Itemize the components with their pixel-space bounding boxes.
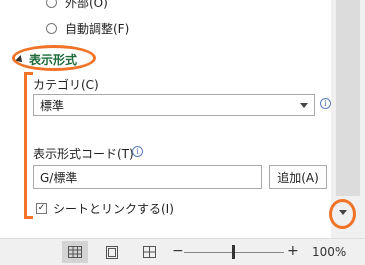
- zoom-slider-thumb[interactable]: [232, 245, 235, 259]
- category-select[interactable]: 標準: [33, 94, 315, 116]
- page-break-preview-button[interactable]: [136, 241, 162, 263]
- category-label: カテゴリ(C): [33, 78, 99, 92]
- radio-button[interactable]: [46, 23, 57, 34]
- format-code-input[interactable]: G/標準: [33, 165, 262, 189]
- normal-view-button[interactable]: [62, 241, 88, 263]
- info-icon[interactable]: i: [320, 98, 331, 109]
- highlight-oval-scroll: [329, 199, 356, 229]
- check-icon: ✓: [37, 203, 46, 213]
- chevron-down-icon: [300, 103, 308, 108]
- radio-button[interactable]: [46, 0, 57, 8]
- radio-outside[interactable]: 外部(O): [46, 0, 108, 11]
- format-code-value: G/標準: [40, 170, 78, 185]
- add-button-label: 追加(A): [277, 170, 319, 185]
- page-layout-icon: [106, 245, 118, 259]
- highlight-bracket: [24, 72, 33, 219]
- zoom-in-button[interactable]: +: [287, 243, 299, 259]
- page-break-icon: [142, 246, 156, 258]
- radio-auto-adjust-label: 自動調整(F): [65, 22, 130, 36]
- highlight-oval-heading: [12, 45, 96, 71]
- zoom-level[interactable]: 100%: [312, 245, 346, 259]
- info-icon[interactable]: i: [132, 146, 143, 157]
- format-code-label: 表示形式コード(T): [33, 147, 134, 161]
- scrollbar-thumb[interactable]: [336, 0, 360, 196]
- radio-auto-adjust[interactable]: 自動調整(F): [46, 20, 129, 37]
- category-value: 標準: [40, 98, 65, 113]
- link-to-sheet-label: シートとリンクする(I): [53, 202, 174, 216]
- page-layout-view-button[interactable]: [99, 241, 125, 263]
- link-to-sheet-checkbox[interactable]: ✓: [36, 203, 47, 214]
- grid-icon: [68, 246, 82, 258]
- zoom-out-button[interactable]: −: [172, 243, 184, 259]
- add-button[interactable]: 追加(A): [269, 165, 327, 189]
- link-to-sheet-option[interactable]: ✓ シートとリンクする(I): [36, 200, 174, 217]
- radio-outside-label: 外部(O): [65, 0, 108, 10]
